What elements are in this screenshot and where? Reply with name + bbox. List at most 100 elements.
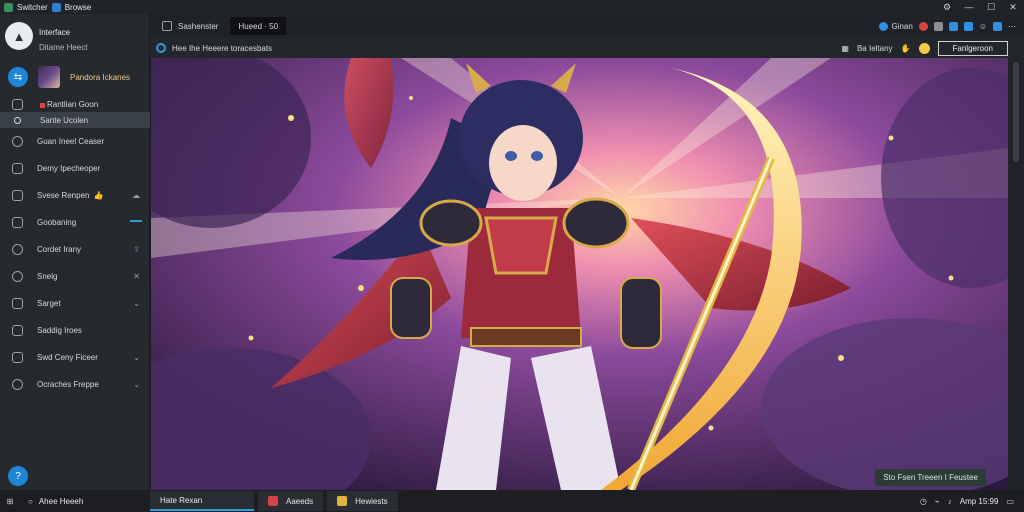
info-bar: Hee Ihe Heeere toracesbats ▦ Ba Ieltany … — [150, 38, 1024, 58]
clock-icon[interactable]: ◷ — [920, 497, 927, 506]
thumbs-up-icon: 👍 — [93, 191, 104, 200]
status-label: Ginan — [891, 21, 913, 31]
tab-1[interactable]: Hueed · 50 — [230, 17, 287, 35]
tab-0[interactable]: Sashenster — [154, 17, 226, 35]
minimize-button[interactable]: — — [958, 0, 980, 14]
path-text[interactable]: Hee Ihe Heeere toracesbats — [172, 44, 272, 53]
sidebar-item-label: Sante Ucolen — [40, 115, 89, 125]
action-button[interactable]: Fanlgeroon — [937, 40, 1008, 56]
app-icon — [268, 496, 278, 506]
profile-title: Interface — [39, 28, 71, 37]
sidebar-item-label: Ocraches Freppe — [37, 380, 99, 389]
smiley-icon[interactable] — [918, 42, 930, 54]
start-menu-icon[interactable]: ⊞ — [0, 490, 20, 512]
sidebar-item-8[interactable]: Sarget ⌄ — [0, 290, 150, 317]
account-name: Pandora Ickanes — [70, 72, 131, 82]
taskbar-search[interactable]: ○ Ahee Heeeh — [20, 497, 146, 506]
extension-icon[interactable] — [993, 21, 1002, 31]
active-indicator — [130, 220, 142, 222]
title-bar: Switcher Browse ⚙ — ☐ ✕ — [0, 0, 1024, 14]
sidebar-item-4[interactable]: Svese Renpen 👍 ☁ — [0, 182, 150, 209]
tab-label: Hueed · 50 — [238, 21, 279, 31]
sidebar-item-5[interactable]: Goobaning — [0, 209, 150, 236]
account-row[interactable]: ⇆ Pandora Ickanes — [8, 66, 130, 88]
volume-icon[interactable]: ♪ — [948, 497, 952, 506]
sidebar-item-0[interactable]: Rantlian Goon — [0, 96, 150, 112]
card-icon — [12, 298, 23, 309]
emoji-icon[interactable]: ☺ — [979, 22, 987, 31]
settings-icon[interactable]: ⚙ — [936, 0, 958, 14]
sidebar-item-label: Rantlian Goon — [47, 99, 99, 109]
sidebar-item-1[interactable]: Sante Ucolen — [0, 112, 150, 128]
grid-icon[interactable]: ▦ — [841, 44, 849, 53]
taskbar-app-0[interactable]: Hate Rexan — [150, 491, 254, 511]
window-tab[interactable]: Browse — [51, 2, 92, 12]
network-icon[interactable]: ⌁ — [935, 497, 940, 506]
clock-icon — [12, 271, 23, 282]
bookmark-icon[interactable] — [933, 21, 943, 31]
chevron-down-icon[interactable]: ⌄ — [133, 380, 140, 389]
close-icon[interactable]: ✕ — [133, 272, 140, 281]
gear-icon — [12, 379, 23, 390]
browse-icon — [51, 2, 61, 12]
sidebar-item-11[interactable]: Ocraches Freppe ⌄ — [0, 371, 150, 398]
doc-icon — [12, 163, 23, 174]
taskbar-app-label: Hate Rexan — [160, 495, 203, 505]
chevron-down-icon[interactable]: ⌄ — [133, 353, 140, 362]
hand-icon[interactable]: ✋ — [901, 44, 911, 53]
sidebar-item-label: Guan Ineel Ceaser — [37, 137, 105, 146]
sidebar-item-3[interactable]: Demy Ipecheoper — [0, 155, 150, 182]
top-toolbar: Sashenster Hueed · 50 Ginan ☺ ⋯ — [150, 14, 1024, 38]
sidebar-item-label: Goobaning — [37, 218, 77, 227]
sync-icon[interactable]: ⇆ — [8, 67, 28, 87]
chevron-down-icon[interactable]: ⌄ — [133, 299, 140, 308]
grid-icon — [12, 352, 23, 363]
info-icon — [879, 21, 889, 31]
avatar[interactable] — [38, 66, 60, 88]
app-title-text: Switcher — [17, 2, 48, 12]
artwork-canvas[interactable]: Sto Fsen Treeen I Feustee — [151, 58, 1008, 490]
share-icon[interactable]: ⇪ — [133, 245, 140, 254]
more-icon[interactable]: ⋯ — [1008, 22, 1016, 31]
vertical-scrollbar[interactable] — [1008, 58, 1024, 490]
download-icon[interactable] — [948, 21, 958, 31]
clock-text[interactable]: Amp 15:99 — [960, 497, 999, 506]
scrollbar-thumb[interactable] — [1013, 62, 1019, 162]
profile-subtitle: Ditame Heect — [39, 43, 88, 52]
close-button[interactable]: ✕ — [1002, 0, 1024, 14]
app-icon — [4, 2, 13, 12]
help-button[interactable]: ? — [8, 466, 28, 486]
image-icon — [12, 98, 23, 110]
window-icon — [162, 21, 172, 31]
sidebar-item-2[interactable]: Guan Ineel Ceaser — [0, 128, 150, 155]
sidebar-item-10[interactable]: Swd Ceny Ficeer ⌄ — [0, 344, 150, 371]
app-icon — [337, 496, 348, 506]
share-icon[interactable] — [963, 21, 973, 31]
taskbar-app-1[interactable]: Aaeeds — [258, 491, 324, 511]
sidebar-nav: Rantlian Goon Sante Ucolen Guan Ineel Ce… — [0, 96, 150, 398]
notification-icon[interactable]: ▭ — [1006, 497, 1014, 506]
status-pill[interactable]: Ginan — [879, 21, 913, 31]
maximize-button[interactable]: ☐ — [980, 0, 1002, 14]
sidebar-item-label: Svese Renpen — [37, 191, 90, 200]
tab-label: Sashenster — [178, 21, 219, 31]
anime-warrior-illustration — [151, 58, 1008, 490]
record-icon[interactable] — [918, 21, 928, 31]
window-tab-label: Browse — [64, 2, 92, 12]
folder-icon — [12, 217, 23, 228]
app-title[interactable]: Switcher — [4, 2, 48, 12]
sidebar-item-label: Snelg — [37, 272, 58, 281]
system-tray: ◷ ⌁ ♪ Amp 15:99 ▭ — [920, 497, 1024, 506]
taskbar-app-2[interactable]: Hewiests — [327, 491, 398, 511]
sidebar-item-7[interactable]: Snelg ✕ — [0, 263, 150, 290]
sidebar-item-9[interactable]: Saddig Iroes — [0, 317, 150, 344]
list-icon — [12, 190, 23, 201]
sidebar-item-6[interactable]: Cordet Irany ⇪ — [0, 236, 150, 263]
search-label: Ahee Heeeh — [38, 496, 84, 506]
cloud-icon[interactable]: ☁ — [132, 191, 140, 200]
taskbar-app-label: Hewiests — [355, 496, 388, 506]
search-icon: ○ — [28, 496, 33, 506]
taskbar: ⊞ ○ Ahee Heeeh Hate Rexan Aaeeds Hewiest… — [0, 490, 1024, 512]
image-caption-tag[interactable]: Sto Fsen Treeen I Feustee — [875, 469, 986, 486]
table-icon — [12, 325, 23, 336]
